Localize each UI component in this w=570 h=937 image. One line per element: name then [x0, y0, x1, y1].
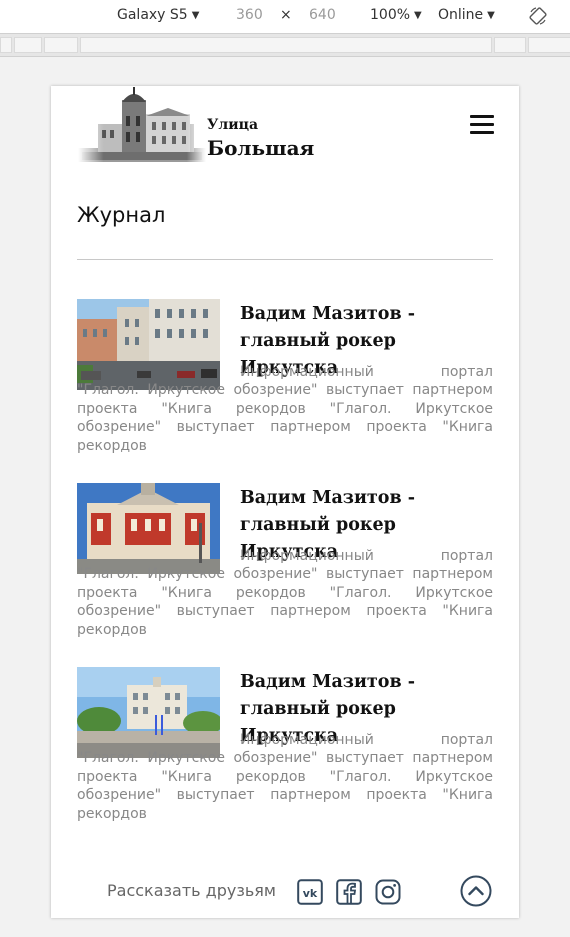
article-title-line: Вадим Мазитов - — [240, 304, 415, 324]
brand-name-large[interactable]: Большая — [207, 136, 314, 160]
article-excerpt: Информационный портал "Глагол. Иркутское… — [77, 547, 493, 639]
ruler-segment[interactable] — [14, 37, 42, 53]
menu-bar — [470, 123, 494, 126]
media-query-ruler[interactable] — [0, 33, 570, 57]
chevron-down-icon: ▼ — [191, 10, 200, 21]
zoom-select-label: 100% — [370, 7, 411, 23]
width-input[interactable]: 360 — [236, 7, 263, 23]
hamburger-menu-icon[interactable] — [470, 115, 494, 135]
chevron-down-icon: ▼ — [414, 10, 422, 21]
article-title-line: Вадим Мазитов - — [240, 488, 415, 508]
article-title-line: Вадим Мазитов - — [240, 672, 415, 692]
share-label: Рассказать друзьям — [107, 881, 276, 900]
ruler-segment[interactable] — [44, 37, 78, 53]
facebook-icon[interactable] — [336, 879, 362, 905]
network-select[interactable]: Online ▼ — [438, 7, 495, 23]
thumbnail-spacer — [77, 731, 240, 749]
article-excerpt: Информационный портал "Глагол. Иркутское… — [77, 731, 493, 823]
logo-image[interactable] — [78, 86, 206, 164]
menu-bar — [470, 131, 494, 134]
scroll-up-icon[interactable] — [460, 875, 492, 907]
thumbnail-spacer — [77, 547, 240, 565]
vk-icon[interactable]: vk — [297, 879, 323, 905]
article-excerpt: Информационный портал "Глагол. Иркутское… — [77, 363, 493, 455]
thumbnail-spacer — [77, 363, 240, 381]
divider — [77, 259, 493, 260]
device-viewport: Улица Большая Журнал Вадим Мазитов - гла… — [51, 86, 519, 918]
instagram-icon[interactable] — [375, 879, 401, 905]
menu-bar — [470, 115, 494, 118]
devtools-toolbar: Galaxy S5 ▼ 360 × 640 100% ▼ Online ▼ — [0, 0, 570, 33]
device-select[interactable]: Galaxy S5 ▼ — [117, 7, 199, 23]
svg-text:vk: vk — [303, 887, 318, 900]
dimension-separator: × — [280, 7, 292, 23]
zoom-select[interactable]: 100% ▼ — [370, 7, 422, 23]
brand-name-small[interactable]: Улица — [207, 117, 258, 133]
page-title: Журнал — [77, 203, 166, 227]
ruler-segment[interactable] — [528, 37, 570, 53]
device-select-label: Galaxy S5 — [117, 7, 188, 23]
network-select-label: Online — [438, 7, 484, 23]
height-input[interactable]: 640 — [309, 7, 336, 23]
chevron-down-icon: ▼ — [487, 10, 495, 21]
ruler-segment[interactable] — [80, 37, 492, 53]
rotate-icon[interactable] — [528, 6, 548, 26]
ruler-segment[interactable] — [494, 37, 526, 53]
ruler-segment[interactable] — [0, 37, 12, 53]
